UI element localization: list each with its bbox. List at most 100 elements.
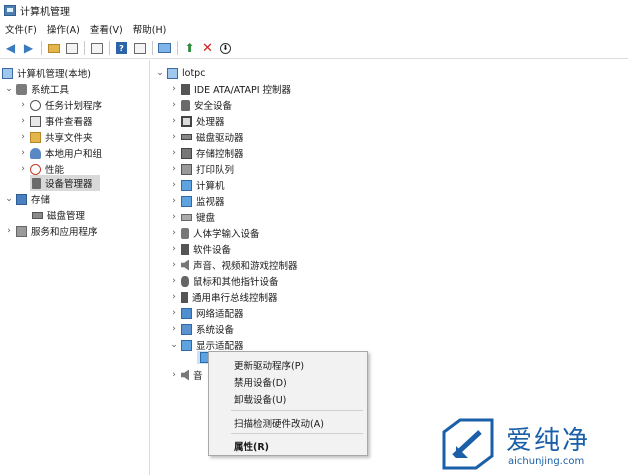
- device-category[interactable]: › 打印队列: [169, 161, 234, 177]
- chevron-right-icon[interactable]: ›: [4, 226, 14, 236]
- uninstall-device-menu-item[interactable]: 卸载设备(U): [234, 392, 286, 406]
- disk-drive-icon: [181, 134, 192, 140]
- chevron-right-icon[interactable]: ›: [169, 212, 179, 222]
- chevron-right-icon[interactable]: ›: [169, 84, 179, 94]
- system-device-icon: [181, 323, 192, 335]
- chevron-right-icon[interactable]: ›: [169, 228, 179, 238]
- chevron-right-icon[interactable]: ›: [18, 100, 28, 110]
- chevron-right-icon[interactable]: ›: [169, 244, 179, 254]
- device-category[interactable]: › 软件设备: [169, 241, 231, 257]
- chevron-right-icon[interactable]: ›: [169, 116, 179, 126]
- tree-system-tools[interactable]: ⌄ 系统工具: [4, 81, 69, 97]
- chevron-right-icon[interactable]: ›: [169, 132, 179, 142]
- chevron-right-icon[interactable]: ›: [18, 164, 28, 174]
- ide-controller-icon: [181, 83, 190, 95]
- chevron-right-icon[interactable]: ›: [18, 116, 28, 126]
- toolbar: ◀ ▶ ? ⬆ ✕ ⬇: [0, 38, 628, 59]
- menu-file[interactable]: 文件(F): [0, 22, 42, 36]
- chevron-right-icon[interactable]: ›: [169, 324, 179, 334]
- tree-shared-folders[interactable]: › 共享文件夹: [18, 129, 93, 145]
- chevron-down-icon[interactable]: ⌄: [4, 194, 14, 204]
- uninstall-button[interactable]: ✕: [199, 40, 216, 57]
- device-category[interactable]: › 处理器: [169, 113, 225, 129]
- device-category[interactable]: › 安全设备: [169, 97, 232, 113]
- device-category[interactable]: › 系统设备: [169, 321, 234, 337]
- properties-menu-item[interactable]: 属性(R): [234, 439, 269, 453]
- export-list-button[interactable]: [88, 40, 105, 57]
- display-adapter-icon: [181, 339, 192, 351]
- disable-icon: ⬇: [220, 42, 231, 54]
- computer-management-icon: [4, 4, 16, 16]
- tree-event-viewer[interactable]: › 事件查看器: [18, 113, 93, 129]
- forward-button[interactable]: ▶: [20, 40, 37, 57]
- chevron-right-icon[interactable]: ›: [169, 260, 179, 270]
- chevron-right-icon[interactable]: ›: [169, 308, 179, 318]
- device-manager-icon: [32, 177, 41, 189]
- view-monitor-button[interactable]: [156, 40, 173, 57]
- device-category[interactable]: › 鼠标和其他指针设备: [169, 273, 279, 289]
- menu-bar: 文件(F) 操作(A) 查看(V) 帮助(H): [0, 20, 628, 38]
- scan-hardware-menu-item[interactable]: 扫描检测硬件改动(A): [234, 416, 324, 430]
- usb-icon: [181, 291, 188, 303]
- chevron-right-icon[interactable]: ›: [169, 276, 179, 286]
- device-category[interactable]: › 声音、视频和游戏控制器: [169, 257, 298, 273]
- device-category[interactable]: › 人体学输入设备: [169, 225, 260, 241]
- up-folder-button[interactable]: [45, 40, 62, 57]
- console-tree: 计算机管理(本地) ⌄ 系统工具 › 任务计划程序 › 事件查看器 › 共享文件…: [0, 60, 150, 475]
- tree-local-users[interactable]: › 本地用户和组: [18, 145, 102, 161]
- storage-controller-icon: [181, 147, 192, 159]
- tree-storage[interactable]: ⌄ 存储: [4, 191, 50, 207]
- chevron-right-icon[interactable]: ›: [169, 164, 179, 174]
- show-hide-tree-button[interactable]: [63, 40, 80, 57]
- device-category[interactable]: › 键盘: [169, 209, 215, 225]
- disable-device-menu-item[interactable]: 禁用设备(D): [234, 375, 287, 389]
- chevron-right-icon[interactable]: ›: [169, 292, 179, 302]
- device-root[interactable]: ⌄ lotpc: [155, 65, 205, 81]
- device-category[interactable]: › 计算机: [169, 177, 225, 193]
- arrow-left-icon: ◀: [5, 41, 16, 55]
- services-icon: [16, 225, 27, 237]
- menu-action[interactable]: 操作(A): [42, 22, 85, 36]
- tree-device-manager[interactable]: 设备管理器: [30, 175, 100, 191]
- menu-help[interactable]: 帮助(H): [128, 22, 172, 36]
- tree-disk-management[interactable]: 磁盘管理: [32, 207, 85, 223]
- watermark: 爱纯净 aichunjing.com: [440, 414, 628, 475]
- tree-root[interactable]: 计算机管理(本地): [2, 65, 91, 81]
- event-viewer-icon: [30, 115, 41, 127]
- security-device-icon: [181, 99, 190, 111]
- update-driver-button[interactable]: ⬆: [181, 40, 198, 57]
- toolbar-divider: [152, 41, 153, 55]
- chevron-down-icon[interactable]: ⌄: [155, 68, 165, 78]
- device-category[interactable]: › 磁盘驱动器: [169, 129, 243, 145]
- disk-icon: [32, 211, 43, 219]
- device-category[interactable]: › 存储控制器: [169, 145, 244, 161]
- update-driver-menu-item[interactable]: 更新驱动程序(P): [234, 358, 304, 372]
- software-device-icon: [181, 243, 189, 255]
- chevron-down-icon[interactable]: ⌄: [169, 340, 179, 350]
- chevron-right-icon[interactable]: ›: [169, 370, 179, 380]
- chevron-right-icon[interactable]: ›: [169, 148, 179, 158]
- show-action-pane-button[interactable]: [131, 40, 148, 57]
- action-pane-icon: [133, 42, 146, 54]
- computer-icon: [167, 67, 178, 79]
- device-category[interactable]: › 监视器: [169, 193, 225, 209]
- chevron-right-icon[interactable]: ›: [169, 196, 179, 206]
- chevron-down-icon[interactable]: ⌄: [4, 84, 14, 94]
- chevron-right-icon[interactable]: ›: [169, 100, 179, 110]
- tree-task-scheduler[interactable]: › 任务计划程序: [18, 97, 102, 113]
- menu-divider: [231, 410, 363, 411]
- disable-button[interactable]: ⬇: [217, 40, 234, 57]
- arrow-right-icon: ▶: [23, 41, 34, 55]
- menu-view[interactable]: 查看(V): [85, 22, 128, 36]
- help-button[interactable]: ?: [113, 40, 130, 57]
- computer-icon: [2, 67, 13, 79]
- tree-services[interactable]: › 服务和应用程序: [4, 223, 98, 239]
- chevron-right-icon[interactable]: ›: [18, 132, 28, 142]
- back-button[interactable]: ◀: [2, 40, 19, 57]
- device-category[interactable]: › 网络适配器: [169, 305, 244, 321]
- device-category-partial[interactable]: › 音: [169, 367, 203, 383]
- device-category[interactable]: › IDE ATA/ATAPI 控制器: [169, 81, 291, 97]
- device-category[interactable]: › 通用串行总线控制器: [169, 289, 278, 305]
- chevron-right-icon[interactable]: ›: [18, 148, 28, 158]
- chevron-right-icon[interactable]: ›: [169, 180, 179, 190]
